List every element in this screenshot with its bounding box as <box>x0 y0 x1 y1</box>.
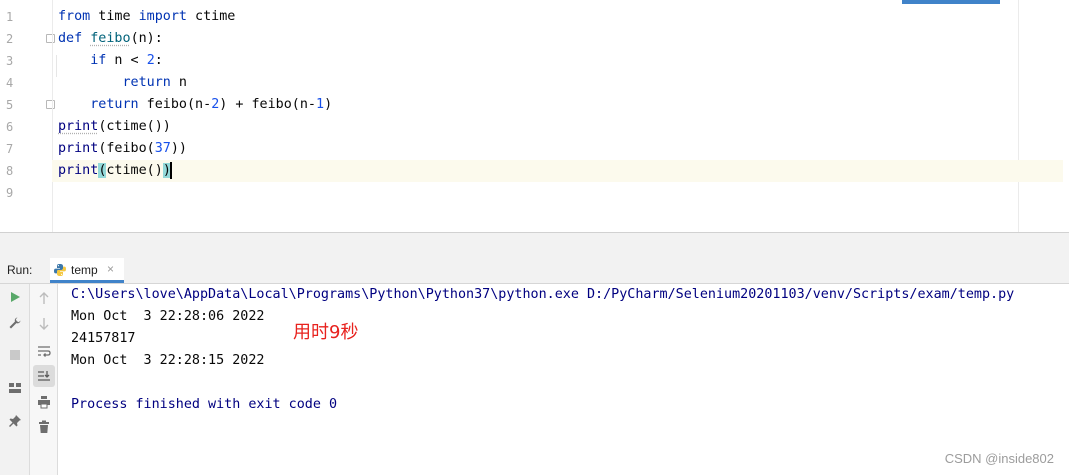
rerun-button[interactable] <box>4 286 26 308</box>
watermark: CSDN @inside802 <box>944 451 1054 466</box>
code-token: feibo <box>90 31 131 46</box>
code-token: n < <box>106 53 147 68</box>
line-number: 9 <box>6 186 14 200</box>
console-toolbar <box>30 284 58 475</box>
console-output-line: Mon Oct 3 22:28:15 2022 <box>71 353 265 368</box>
code-token: print <box>58 141 99 156</box>
line-number: 1 <box>6 10 14 24</box>
wrench-icon <box>9 317 21 329</box>
code-token: (n): <box>130 31 163 46</box>
code-token: print <box>58 163 99 178</box>
layout-icon <box>9 383 21 393</box>
text-caret <box>169 161 172 179</box>
indent-guide <box>56 55 57 77</box>
console-output-line: 24157817 <box>71 331 136 346</box>
console-exit-message: Process finished with exit code 0 <box>71 397 338 412</box>
code-token: if <box>90 53 107 68</box>
soft-wrap-button[interactable] <box>33 340 55 362</box>
line-number: 6 <box>6 120 14 134</box>
stop-icon <box>10 350 20 360</box>
console-command-line: C:\Users\love\AppData\Local\Programs\Pyt… <box>71 287 1015 302</box>
edit-configuration-button[interactable] <box>4 312 26 334</box>
code-token: time <box>90 9 139 24</box>
arrow-down-icon <box>39 318 49 330</box>
close-icon[interactable]: × <box>107 262 114 276</box>
code-editor[interactable]: 1 2 3 4 5 6 7 8 9 from time import ctime… <box>0 0 1069 232</box>
code-line[interactable]: def feibo(n): <box>58 28 1018 50</box>
code-token: 37 <box>154 141 171 156</box>
code-token: ctime() <box>106 163 163 178</box>
code-line[interactable]: from time import ctime <box>58 6 1018 28</box>
scroll-to-end-button[interactable] <box>33 365 55 387</box>
code-token: (feibo( <box>98 141 155 156</box>
line-number-gutter: 1 2 3 4 5 6 7 8 9 <box>0 6 52 232</box>
clear-all-button[interactable] <box>33 416 55 438</box>
code-token: def <box>58 31 83 46</box>
soft-wrap-icon <box>38 346 51 357</box>
run-tab-temp[interactable]: temp × <box>50 258 124 283</box>
code-token: ) + feibo(n- <box>219 97 316 112</box>
scroll-down-button[interactable] <box>33 313 55 335</box>
trash-icon <box>39 420 49 433</box>
pin-icon <box>9 415 21 427</box>
run-panel-label: Run: <box>7 263 33 277</box>
layout-button[interactable] <box>4 377 26 399</box>
scroll-up-button[interactable] <box>33 287 55 309</box>
line-number: 2 <box>6 32 14 46</box>
print-button[interactable] <box>33 391 55 413</box>
code-token: 1 <box>316 97 325 112</box>
gutter-divider <box>52 0 53 232</box>
code-line[interactable]: print(feibo(37)) <box>58 138 1018 160</box>
pin-tab-button[interactable] <box>4 410 26 432</box>
code-area[interactable]: from time import ctime def feibo(n): if n… <box>52 6 1063 204</box>
line-number: 3 <box>6 54 14 68</box>
code-token: return <box>122 75 171 90</box>
arrow-up-icon <box>39 292 49 304</box>
run-tab-label: temp <box>71 263 98 277</box>
line-number: 4 <box>6 76 14 90</box>
code-token: )) <box>170 141 187 156</box>
line-number: 8 <box>6 164 14 178</box>
console-output[interactable]: C:\Users\love\AppData\Local\Programs\Pyt… <box>59 284 1069 475</box>
code-line[interactable] <box>58 182 1018 204</box>
code-token: n <box>170 75 187 90</box>
right-margin-guide <box>1018 0 1019 232</box>
panel-splitter[interactable] <box>0 232 1069 258</box>
scroll-to-end-icon <box>38 371 50 381</box>
line-number: 5 <box>6 98 14 112</box>
elapsed-time-annotation: 用时9秒 <box>293 322 359 343</box>
code-token: return <box>90 97 139 112</box>
run-panel-header: Run: temp × <box>0 258 1069 284</box>
stop-button[interactable] <box>4 344 26 366</box>
line-number: 7 <box>6 142 14 156</box>
printer-icon <box>38 396 50 409</box>
code-token: : <box>154 53 163 68</box>
editor-tab-indicator <box>902 0 1000 4</box>
code-line[interactable]: if n < 2: <box>58 50 1018 72</box>
run-toolbar <box>0 284 30 475</box>
code-token: ctime <box>187 9 236 24</box>
code-token: import <box>138 9 187 24</box>
code-line[interactable]: return feibo(n-2) + feibo(n-1) <box>58 94 1018 116</box>
code-token: ) <box>324 97 333 112</box>
code-line[interactable]: print(ctime()) <box>52 160 1063 182</box>
console-output-line: Mon Oct 3 22:28:06 2022 <box>71 309 265 324</box>
code-line[interactable]: print(ctime()) <box>58 116 1018 138</box>
code-token: from <box>58 9 91 24</box>
play-icon <box>11 292 20 302</box>
code-token: 2 <box>146 53 155 68</box>
python-file-icon <box>54 264 66 276</box>
fold-marker-icon[interactable] <box>46 34 55 43</box>
fold-marker-icon[interactable] <box>46 100 55 109</box>
code-token: print <box>58 119 99 134</box>
code-token: feibo(n- <box>138 97 212 112</box>
code-line[interactable]: return n <box>58 72 1018 94</box>
code-token: (ctime()) <box>98 119 171 134</box>
